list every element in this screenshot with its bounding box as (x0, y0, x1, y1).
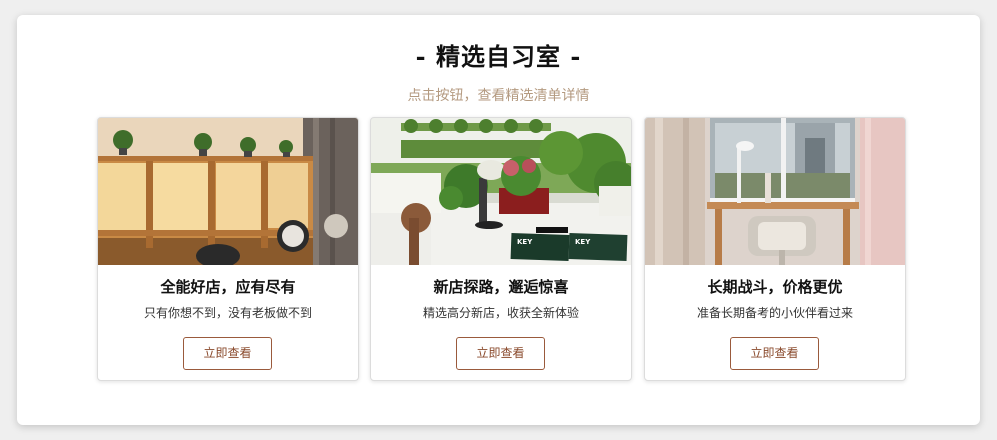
card-photo-plants-desk: KEY KEY (371, 118, 631, 265)
card-long-term: 长期战斗，价格更优 准备长期备考的小伙伴看过来 立即查看 (644, 117, 906, 381)
book-label-left: KEY (517, 238, 533, 246)
card-title: 全能好店，应有尽有 (160, 278, 296, 296)
section-subtitle: 点击按钮，查看精选清单详情 (407, 88, 590, 104)
card-description: 准备长期备考的小伙伴看过来 (696, 306, 853, 320)
view-now-button[interactable]: 立即查看 (456, 337, 545, 370)
study-room-panel: - 精选自习室 - 点击按钮，查看精选清单详情 全能好店，应有尽有 只有你想不到… (17, 15, 980, 425)
card-photo-study-desks (98, 118, 358, 265)
section-title: - 精选自习室 - (415, 42, 582, 71)
card-photo-window-desk (645, 118, 905, 265)
card-description: 精选高分新店，收获全新体验 (422, 306, 579, 320)
card-all-round: 全能好店，应有尽有 只有你想不到，没有老板做不到 立即查看 (97, 117, 359, 381)
card-description: 只有你想不到，没有老板做不到 (143, 306, 312, 320)
view-now-button[interactable]: 立即查看 (183, 337, 272, 370)
card-title: 长期战斗，价格更优 (707, 278, 843, 296)
view-now-button[interactable]: 立即查看 (730, 337, 819, 370)
book-label-right: KEY (575, 238, 591, 246)
card-title: 新店探路，邂逅惊喜 (433, 278, 569, 296)
card-new-store: KEY KEY 新店探路，邂逅惊喜 精选高分新店，收获全新体验 立即查看 (370, 117, 632, 381)
